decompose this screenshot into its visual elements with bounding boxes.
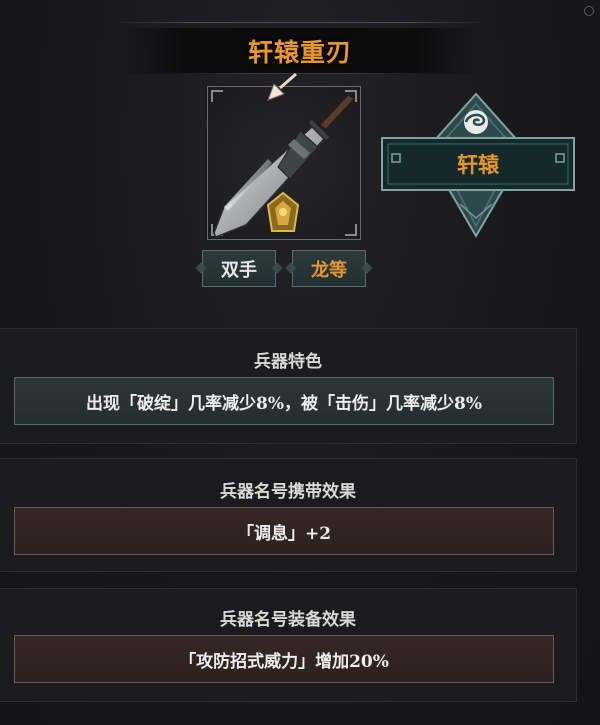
- weapon-detail-panel: 轩辕重刃 双手 龙等 轩辕 兵器特色 出现「破绽」几率减少8%，被「击伤」几率减…: [0, 0, 600, 725]
- feature-section: 兵器特色 出现「破绽」几率减少8%，被「击伤」几率减少8%: [0, 328, 577, 444]
- equip-effect-section: 兵器名号装备效果 「攻防招式威力」增加20%: [0, 588, 577, 702]
- section-content: 「调息」+2: [14, 507, 554, 555]
- section-title: 兵器名号携带效果: [220, 482, 356, 502]
- top-divider: [112, 22, 488, 23]
- title-divider: [160, 73, 440, 74]
- series-label: 轩辕: [457, 152, 499, 177]
- section-content: 「攻防招式威力」增加20%: [14, 635, 554, 683]
- carry-effect-section: 兵器名号携带效果 「调息」+2: [0, 458, 577, 572]
- hand-type-tag: 双手: [202, 250, 276, 287]
- grade-tag: 龙等: [292, 250, 366, 287]
- section-title: 兵器特色: [254, 352, 322, 372]
- weapon-portrait[interactable]: [207, 86, 361, 240]
- corner-ornament: [584, 6, 594, 16]
- weapon-name: 轩辕重刃: [247, 38, 352, 67]
- gold-crest-icon: [266, 191, 300, 232]
- section-content: 出现「破绽」几率减少8%，被「击伤」几率减少8%: [14, 377, 554, 425]
- section-title: 兵器名号装备效果: [220, 610, 356, 630]
- title-bar: 轩辕重刃: [120, 28, 480, 74]
- pointer-arrow-icon: [267, 72, 297, 101]
